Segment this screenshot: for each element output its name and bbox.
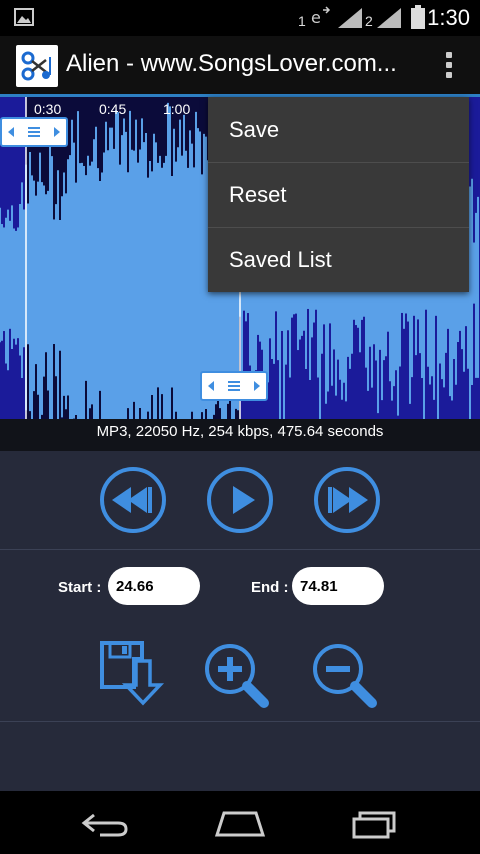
back-button[interactable] [80,809,132,839]
fast-forward-button[interactable] [314,467,380,533]
zoom-out-icon [313,644,377,708]
action-bar: Alien - www.SongsLover.com... [0,36,480,94]
menu-item-save[interactable]: Save [208,97,469,162]
bottom-panel [0,721,480,791]
music-scissors-icon [21,51,51,81]
zoom-in-icon [205,644,269,708]
rewind-button[interactable] [100,467,166,533]
status-bar: 1 e 2 1:30 [0,0,480,36]
start-label: Start : [58,579,102,596]
zoom-out-button[interactable] [310,641,382,713]
play-button[interactable] [207,467,273,533]
divider [0,721,480,722]
save-button[interactable] [98,639,168,709]
clock: 1:30 [427,5,470,30]
dot-icon [446,52,452,58]
end-input[interactable] [292,567,384,605]
overflow-menu-button[interactable] [442,52,456,82]
dot-icon [446,72,452,78]
file-info-text: MP3, 22050 Hz, 254 kbps, 475.64 seconds [96,423,384,440]
home-button[interactable] [214,809,266,839]
app-icon [16,45,58,87]
divider [0,549,480,550]
time-tick: 0:45 [99,101,127,117]
file-info-bar: MP3, 22050 Hz, 254 kbps, 475.64 seconds [0,419,480,451]
overflow-menu: Save Reset Saved List [208,97,469,292]
drag-handle-icon [8,127,60,137]
back-icon [81,813,128,837]
battery-icon [411,5,425,29]
page-title: Alien - www.SongsLover.com... [66,50,397,77]
menu-item-label: Save [229,117,280,142]
svg-text:e: e [311,8,321,27]
gallery-icon [14,8,34,26]
time-tick: 1:00 [163,101,191,117]
sim2-label: 2 [365,13,373,29]
menu-item-saved-list[interactable]: Saved List [208,227,469,292]
drag-handle-icon [208,381,260,391]
data-transfer-icon: e [311,6,331,27]
end-label: End : [251,579,289,596]
home-icon [214,811,266,837]
navigation-bar [0,791,480,854]
time-tick: 0:30 [34,101,62,117]
play-icon [233,486,255,514]
controls-panel: Start : End : [0,451,480,721]
end-marker-handle[interactable] [200,371,268,401]
save-icon [100,641,165,706]
menu-item-label: Saved List [229,247,332,272]
signal-icon-1 [338,8,362,28]
recents-icon [352,811,396,839]
start-marker-handle[interactable] [0,117,68,147]
menu-item-label: Reset [229,182,287,207]
menu-item-reset[interactable]: Reset [208,162,469,227]
rewind-icon [112,487,152,513]
dot-icon [446,62,452,68]
start-input[interactable] [108,567,200,605]
sim1-label: 1 [298,13,306,29]
zoom-in-button[interactable] [202,641,274,713]
fast-forward-icon [328,487,368,513]
signal-icon-2 [377,8,401,28]
recents-button[interactable] [348,809,400,839]
